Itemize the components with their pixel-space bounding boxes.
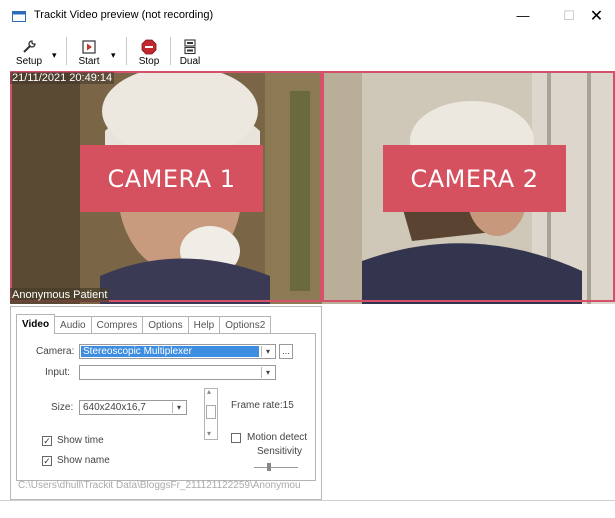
camera-label: Camera: [36, 346, 75, 357]
sensitivity-slider-thumb[interactable] [267, 463, 271, 471]
video-preview: 21/11/2021 20:49:14 Anonymous Patient CA… [10, 71, 615, 304]
output-path: C:\Users\dhull\Trackit Data\BloggsFr_211… [18, 480, 301, 491]
camera-1-label: CAMERA 1 [80, 145, 263, 212]
input-select-value [81, 367, 85, 378]
camera-2-label: CAMERA 2 [383, 145, 566, 212]
setup-dropdown-arrow[interactable]: ▾ [52, 51, 59, 60]
stop-label: Stop [138, 56, 160, 67]
size-label: Size: [51, 402, 74, 413]
camera-browse-button[interactable]: ... [279, 344, 293, 359]
show-time-label: Show time [57, 435, 104, 446]
dual-label: Dual [179, 56, 201, 67]
video-tab-content: Camera: Stereoscopic Multiplexer ▾ ... I… [16, 333, 316, 481]
window-title: Trackit Video preview (not recording) [34, 9, 214, 21]
video-timestamp: 21/11/2021 20:49:14 [10, 72, 115, 84]
close-button[interactable]: ✕ [578, 0, 615, 31]
chevron-down-icon: ▾ [261, 346, 274, 357]
start-label: Start [78, 56, 100, 67]
start-button[interactable]: Start [73, 35, 105, 67]
toolbar-separator [170, 37, 171, 65]
settings-tabs: Video Audio Compres Options Help Options… [16, 314, 272, 334]
patient-name-overlay: Anonymous Patient [10, 288, 110, 302]
record-start-icon [82, 40, 96, 54]
frame-rate-thumb[interactable] [206, 405, 216, 419]
show-name-checkbox[interactable]: ✓ [42, 456, 52, 466]
chevron-down-icon: ▾ [172, 402, 185, 413]
toolbar-separator [66, 37, 67, 65]
input-label: Input: [45, 367, 71, 378]
frame-rate-scroller[interactable]: ▴ ▾ [204, 387, 218, 440]
stop-button[interactable]: Stop [134, 35, 164, 67]
minimize-button[interactable]: — [500, 0, 546, 31]
tab-compress[interactable]: Compres [90, 316, 144, 334]
dual-button[interactable]: Dual [176, 35, 204, 67]
status-bar [0, 500, 615, 518]
sensitivity-label: Sensitivity [257, 446, 303, 457]
show-time-checkbox[interactable]: ✓ [42, 436, 52, 446]
motion-detect-checkbox[interactable] [231, 433, 241, 443]
app-icon [12, 11, 26, 22]
tab-audio[interactable]: Audio [54, 316, 92, 334]
input-select[interactable]: ▾ [79, 365, 276, 380]
tab-options2[interactable]: Options2 [219, 316, 272, 334]
chevron-down-icon: ▾ [261, 367, 274, 378]
camera-select[interactable]: Stereoscopic Multiplexer ▾ [79, 344, 276, 359]
size-select[interactable]: 640x240x16,7 ▾ [79, 400, 187, 415]
stop-sign-icon [141, 39, 157, 55]
size-select-value: 640x240x16,7 [83, 402, 146, 413]
camera-select-value: Stereoscopic Multiplexer [81, 346, 259, 357]
setup-button[interactable]: Setup [14, 35, 44, 67]
dual-camera-icon [184, 39, 196, 55]
spin-down-icon: ▾ [207, 429, 212, 438]
toolbar-separator [126, 37, 127, 65]
start-dropdown-arrow[interactable]: ▾ [111, 51, 118, 60]
show-name-label: Show name [57, 455, 110, 466]
tab-options[interactable]: Options [142, 316, 189, 334]
wrench-icon [23, 40, 36, 53]
frame-rate-text: Frame rate:15 [231, 400, 294, 411]
sensitivity-slider[interactable] [254, 467, 298, 468]
motion-detect-label: Motion detect [247, 432, 308, 443]
toolbar: Setup ▾ Start ▾ Stop Dual [0, 31, 615, 71]
setup-label: Setup [15, 56, 43, 67]
tab-help[interactable]: Help [187, 316, 221, 334]
settings-panel: Video Audio Compres Options Help Options… [10, 306, 322, 500]
spin-up-icon: ▴ [207, 387, 212, 396]
tab-video[interactable]: Video [16, 314, 56, 334]
title-bar: Trackit Video preview (not recording) — … [0, 0, 615, 31]
